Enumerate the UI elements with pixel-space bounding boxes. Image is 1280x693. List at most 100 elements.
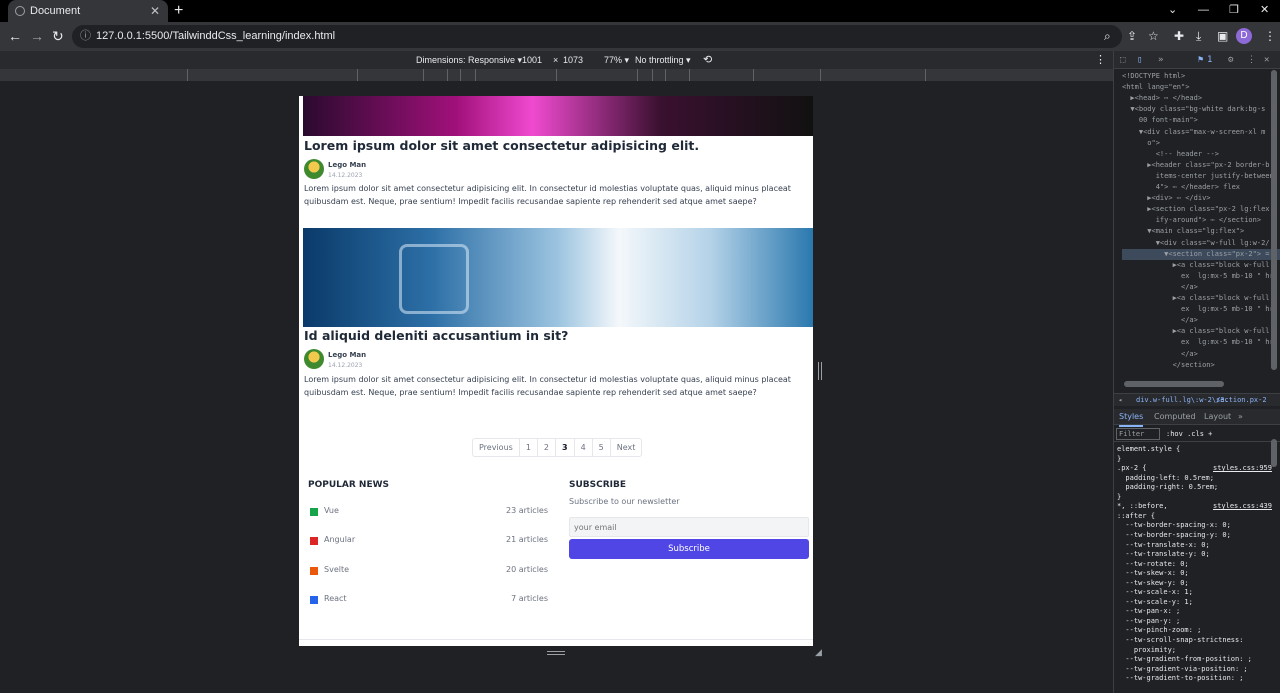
css-rule-line[interactable]: --tw-border-spacing-y: 0; <box>1117 531 1272 541</box>
reload-icon[interactable]: ↻ <box>52 27 64 45</box>
tab-search-icon[interactable]: ⌄ <box>1168 0 1177 20</box>
menu-kebab-icon[interactable]: ⋮ <box>1264 29 1276 43</box>
close-tab-icon[interactable]: ✕ <box>150 0 160 22</box>
issues-icon[interactable]: ⚑ <box>1198 51 1203 69</box>
corner-resize-handle[interactable]: ◢ <box>815 647 822 658</box>
dom-node-line[interactable]: ify-around"> ⋯ </section> <box>1122 215 1280 226</box>
dom-node-line[interactable]: ▼<div class="w-full lg:w-2/ <box>1122 238 1280 249</box>
css-source-link[interactable]: styles.css:959 <box>1213 464 1272 474</box>
pagination-page-1[interactable]: 1 <box>520 439 538 456</box>
pagination-page-4[interactable]: 4 <box>575 439 593 456</box>
dom-node-line[interactable]: items-center justify-between <box>1122 171 1280 182</box>
back-icon[interactable]: ← <box>8 27 22 45</box>
post-image[interactable] <box>303 228 813 327</box>
css-rule-line[interactable]: --tw-scale-y: 1; <box>1117 598 1272 608</box>
post-image[interactable] <box>303 96 813 136</box>
css-rule-line[interactable]: element.style { <box>1117 445 1272 455</box>
inspect-element-icon[interactable]: ⬚ <box>1120 51 1125 69</box>
device-menu-icon[interactable]: ⋮ <box>1095 51 1106 69</box>
dom-node-line[interactable]: ▶<a class="block w-full <box>1122 326 1280 337</box>
dom-node-line[interactable]: </section> <box>1122 360 1280 371</box>
devtools-menu-icon[interactable]: ⋮ <box>1247 51 1256 69</box>
dom-node-line[interactable]: ▶<div> ⋯ </div> <box>1122 193 1280 204</box>
list-item[interactable]: Angular 21 articles <box>308 535 548 547</box>
breadcrumb-left-icon[interactable]: ◂ <box>1118 394 1122 406</box>
media-query-bar[interactable] <box>0 69 1113 81</box>
css-rule-line[interactable]: --tw-skew-y: 0; <box>1117 579 1272 589</box>
elements-scrollbar[interactable] <box>1271 70 1277 370</box>
css-rule-line[interactable]: --tw-pan-x: ; <box>1117 607 1272 617</box>
css-rule-line[interactable]: } <box>1117 455 1272 465</box>
forward-icon[interactable]: → <box>30 27 44 45</box>
zoom-icon[interactable]: ⌕ <box>1104 29 1111 43</box>
styles-filter-tools[interactable]: :hov .cls + <box>1166 426 1212 442</box>
post-title[interactable]: Lorem ipsum dolor sit amet consectetur a… <box>304 138 699 153</box>
elements-h-scrollbar[interactable] <box>1124 381 1224 387</box>
zoom-dropdown[interactable]: 77% ▾ <box>604 51 629 69</box>
css-rule-line[interactable]: --tw-gradient-from-position: ; <box>1117 655 1272 665</box>
tab-styles[interactable]: Styles <box>1119 409 1144 427</box>
css-rule-line[interactable]: padding-left: 0.5rem; <box>1117 474 1272 484</box>
viewport-height-input[interactable]: 1073 <box>563 51 583 69</box>
pagination-page-5[interactable]: 5 <box>593 439 611 456</box>
rotate-icon[interactable]: ⟲ <box>703 51 712 69</box>
address-bar[interactable]: ⓘ 127.0.0.1:5500/TailwinddCss_learning/i… <box>72 25 1122 48</box>
css-rule-line[interactable]: ::after { <box>1117 512 1272 522</box>
pagination-previous[interactable]: Previous <box>473 439 520 456</box>
dom-node-line[interactable]: ex lg:mx-5 mb-10 " hr <box>1122 337 1280 348</box>
new-tab-button[interactable]: + <box>174 0 183 22</box>
list-item[interactable]: React 7 articles <box>308 594 548 606</box>
css-source-link[interactable]: styles.css:439 <box>1213 502 1272 512</box>
bookmark-star-icon[interactable]: ☆ <box>1148 29 1159 43</box>
css-rule-line[interactable]: padding-right: 0.5rem; <box>1117 483 1272 493</box>
css-rule-line[interactable]: --tw-gradient-via-position: ; <box>1117 665 1272 675</box>
subscribe-button[interactable]: Subscribe <box>569 539 809 559</box>
dom-node-line[interactable]: ▶<a class="block w-full <box>1122 260 1280 271</box>
pagination-next[interactable]: Next <box>611 439 642 456</box>
dom-node-line[interactable]: <!DOCTYPE html> <box>1122 71 1280 82</box>
pagination-page-3-current[interactable]: 3 <box>556 439 575 456</box>
css-rule-line[interactable]: --tw-translate-x: 0; <box>1117 541 1272 551</box>
dom-node-line[interactable]: </a> <box>1122 349 1280 360</box>
breadcrumb-item[interactable]: div.w-full.lg\:w-2\/3. <box>1136 394 1229 406</box>
css-rule-line[interactable]: --tw-skew-x: 0; <box>1117 569 1272 579</box>
dom-node-line[interactable]: </a> <box>1122 315 1280 326</box>
pagination-page-2[interactable]: 2 <box>538 439 556 456</box>
device-toggle-icon[interactable]: ▯ <box>1137 51 1142 69</box>
width-resize-handle[interactable] <box>818 362 822 380</box>
extensions-icon[interactable]: ✚ <box>1174 29 1184 43</box>
post-title[interactable]: Id aliquid deleniti accusantium in sit? <box>304 328 568 343</box>
dom-node-line[interactable]: ▼<body class="bg-white dark:bg-s <box>1122 104 1280 115</box>
height-resize-handle[interactable] <box>547 651 565 655</box>
settings-gear-icon[interactable]: ⚙ <box>1228 51 1233 69</box>
dom-node-line[interactable]: ▶<header class="px-2 border-b <box>1122 160 1280 171</box>
dimensions-dropdown[interactable]: Dimensions: Responsive ▾ <box>416 51 522 69</box>
css-rule-line[interactable]: --tw-pan-y: ; <box>1117 617 1272 627</box>
share-icon[interactable]: ⇪ <box>1127 29 1137 43</box>
close-devtools-icon[interactable]: ✕ <box>1264 51 1269 69</box>
dom-node-line[interactable]: ▶<head> ⋯ </head> <box>1122 93 1280 104</box>
dom-node-line[interactable]: <html lang="en"> <box>1122 82 1280 93</box>
dom-node-line[interactable]: o"> <box>1122 138 1280 149</box>
css-rule-line[interactable]: --tw-scroll-snap-strictness: <box>1117 636 1272 646</box>
dom-node-line[interactable]: ex lg:mx-5 mb-10 " hr <box>1122 271 1280 282</box>
css-rule-line[interactable]: *, ::before, styles.css:439 <box>1117 502 1272 512</box>
list-item[interactable]: Svelte 20 articles <box>308 565 548 577</box>
dom-node-line[interactable]: </a> <box>1122 282 1280 293</box>
css-rule-line[interactable]: .px-2 {styles.css:959 <box>1117 464 1272 474</box>
css-rule-line[interactable]: --tw-scale-x: 1; <box>1117 588 1272 598</box>
css-rule-line[interactable]: --tw-translate-y: 0; <box>1117 550 1272 560</box>
tab-more[interactable]: » <box>1238 409 1243 425</box>
dom-node-line[interactable]: ▼<main class="lg:flex"> <box>1122 226 1280 237</box>
tab-computed[interactable]: Computed <box>1154 409 1196 425</box>
download-icon[interactable]: ⤓ <box>1196 29 1201 43</box>
dom-node-line[interactable]: 00 font-main"> <box>1122 115 1280 126</box>
restore-icon[interactable]: ❐ <box>1229 0 1239 20</box>
css-rule-line[interactable]: --tw-pinch-zoom: ; <box>1117 626 1272 636</box>
close-window-icon[interactable]: ✕ <box>1260 0 1269 20</box>
minimize-icon[interactable]: — <box>1198 0 1209 20</box>
throttling-dropdown[interactable]: No throttling ▾ <box>635 51 691 69</box>
css-rule-line[interactable]: --tw-border-spacing-x: 0; <box>1117 521 1272 531</box>
dom-node-line[interactable]: ▶<a class="block w-full <box>1122 293 1280 304</box>
css-rule-line[interactable]: --tw-rotate: 0; <box>1117 560 1272 570</box>
